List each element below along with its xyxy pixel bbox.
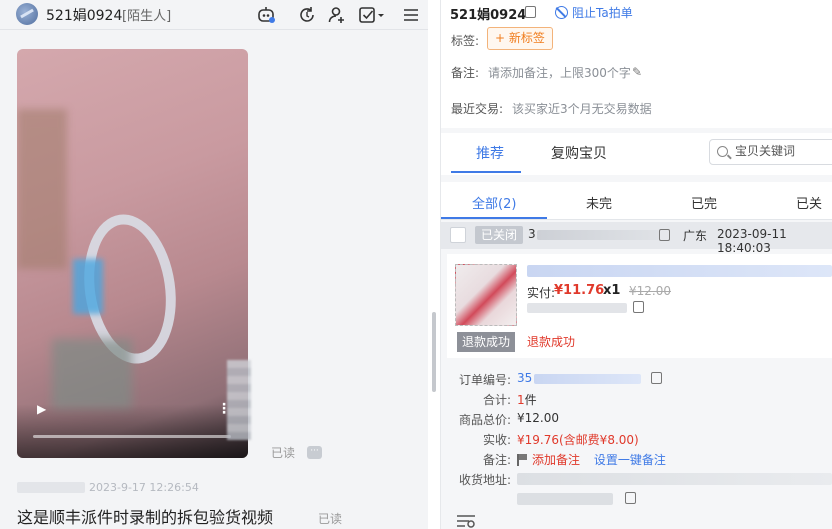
blurred-region (227, 360, 251, 440)
search-input[interactable] (735, 144, 832, 158)
goods-total-value: ¥12.00 (517, 411, 559, 425)
buyer-name: 521娟0924 (450, 8, 527, 23)
settings-filter-icon[interactable] (456, 514, 476, 528)
menu-icon[interactable] (400, 4, 422, 26)
remark-actions: 添加备注 设置一键备注 (517, 451, 666, 468)
refund-badge: 退款成功 (457, 332, 516, 352)
copy-icon[interactable] (651, 372, 662, 384)
refresh-icon[interactable] (296, 4, 318, 26)
video-frame-region (17, 109, 67, 269)
play-icon[interactable]: ▶ (37, 402, 49, 416)
product-title-blurred[interactable] (527, 265, 832, 277)
received-label: 实收: (482, 433, 511, 447)
chat-panel: 521娟0924 [陌生人] ▶ ⋮ 已读 ··· 2023-9-17 12:2… (0, 0, 428, 529)
order-number: 3 (528, 227, 536, 241)
message-text: 这是顺丰派件时录制的拆包验货视频 (17, 508, 274, 527)
recent-trade-label: 最近交易: (451, 102, 504, 116)
tab-repurchase[interactable]: 复购宝贝 (551, 143, 607, 163)
chat-scrollbar[interactable] (432, 312, 436, 392)
order-details: 订单编号: 35 合计: 1件 商品总价: ¥12.00 实收: ¥19.76(… (441, 358, 832, 529)
order-checkbox[interactable] (450, 227, 466, 243)
recent-trade-value: 该买家近3个月无交易数据 (512, 102, 652, 116)
order-item[interactable]: 退款成功 实付: ¥11.76 x1 ¥12.00 退款成功 (447, 254, 832, 358)
postage-note: (含邮费¥8.00) (559, 433, 639, 447)
add-user-icon[interactable] (326, 4, 348, 26)
product-tabs: 推荐 复购宝贝 (441, 133, 832, 175)
robot-icon[interactable] (255, 4, 277, 26)
received-value: ¥19.76(含邮费¥8.00) (517, 431, 639, 448)
search-icon (717, 146, 728, 157)
refund-status: 退款成功 (527, 335, 576, 349)
tab-recommend[interactable]: 推荐 (476, 143, 504, 163)
video-message[interactable]: ▶ ⋮ (17, 49, 248, 458)
total-value: 1件 (517, 391, 537, 408)
paid-label: 实付: (527, 286, 556, 300)
address-blurred (517, 493, 613, 505)
flag-icon[interactable] (517, 454, 527, 466)
copy-icon[interactable] (625, 492, 636, 504)
original-price: ¥12.00 (629, 284, 671, 298)
copy-icon[interactable] (525, 6, 536, 18)
video-frame-region (73, 259, 103, 314)
product-thumbnail[interactable] (455, 264, 517, 326)
paid-amount: ¥11.76 (554, 283, 605, 298)
app-root: 521娟0924 [陌生人] ▶ ⋮ 已读 ··· 2023-9-17 12:2… (0, 0, 832, 529)
video-frame-region (52, 339, 132, 409)
active-tab-indicator (441, 217, 547, 219)
order-tabs: 全部(2) 未完 已完 已关 (441, 182, 832, 220)
sku-blurred (527, 303, 627, 313)
detail-row-address: 收货地址: (441, 471, 832, 511)
more-icon[interactable]: ··· (307, 446, 322, 459)
quick-remark-link[interactable]: 设置一键备注 (594, 453, 666, 467)
contact-tag: [陌生人] (122, 9, 172, 24)
block-order-label: 阻止Ta拍单 (572, 6, 633, 20)
read-status: 已读 (318, 512, 343, 526)
goods-total-label: 商品总价: (458, 413, 511, 427)
remark-label: 备注: (482, 453, 511, 467)
note-field[interactable]: 请添加备注，上限300个字 (488, 64, 631, 81)
message-time: 2023-9-17 12:26:54 (89, 481, 199, 494)
product-search[interactable] (709, 139, 832, 165)
customer-info: 521娟0924 阻止Ta拍单 标签: + 新标签 备注: 请添加备注，上限30… (441, 0, 832, 128)
address-label: 收货地址: (458, 473, 511, 487)
order-header: 已关闭 3 广东 2023-09-11 18:40:03 (441, 222, 832, 255)
add-remark-link[interactable]: 添加备注 (532, 453, 580, 467)
block-order-button[interactable]: 阻止Ta拍单 (555, 4, 633, 21)
total-unit: 件 (524, 393, 537, 407)
tab-finished[interactable]: 已完 (691, 193, 717, 212)
total-label: 合计: (482, 393, 511, 407)
order-no-blurred (534, 374, 641, 384)
copy-icon[interactable] (659, 229, 670, 241)
tab-closed[interactable]: 已关 (796, 193, 822, 212)
active-tab-indicator (451, 171, 521, 173)
edit-icon[interactable]: ✎ (632, 65, 642, 79)
copy-icon[interactable] (633, 301, 644, 313)
tab-unfinished[interactable]: 未完 (586, 193, 612, 212)
sender-name-faded (18, 30, 208, 38)
sender-name-blurred (17, 482, 85, 493)
video-progress-bar[interactable] (33, 435, 231, 438)
ban-icon (555, 6, 568, 19)
avatar[interactable] (16, 3, 38, 25)
quantity: x1 (603, 283, 621, 298)
chat-header: 521娟0924 [陌生人] (0, 0, 428, 30)
tab-all-orders[interactable]: 全部(2) (472, 193, 516, 212)
note-label: 备注: (451, 66, 480, 80)
received-amount: ¥19.76 (517, 433, 559, 447)
order-no-label: 订单编号: (458, 373, 511, 387)
tags-label: 标签: (451, 34, 480, 48)
order-region: 广东 (683, 229, 708, 243)
order-time: 2023-09-11 18:40:03 (717, 227, 787, 255)
read-status: 已读 (271, 446, 296, 460)
contact-name[interactable]: 521娟0924 (46, 5, 122, 25)
add-tag-button[interactable]: + 新标签 (487, 27, 553, 50)
order-no-value[interactable]: 35 (517, 371, 532, 385)
check-square-icon[interactable] (357, 4, 387, 26)
order-number-blurred (537, 230, 659, 240)
order-status-badge: 已关闭 (475, 226, 524, 244)
address-blurred (517, 473, 832, 485)
customer-panel: 521娟0924 阻止Ta拍单 标签: + 新标签 备注: 请添加备注，上限30… (441, 0, 832, 529)
video-controls-shade (17, 404, 248, 458)
total-count: 1 (517, 393, 525, 407)
